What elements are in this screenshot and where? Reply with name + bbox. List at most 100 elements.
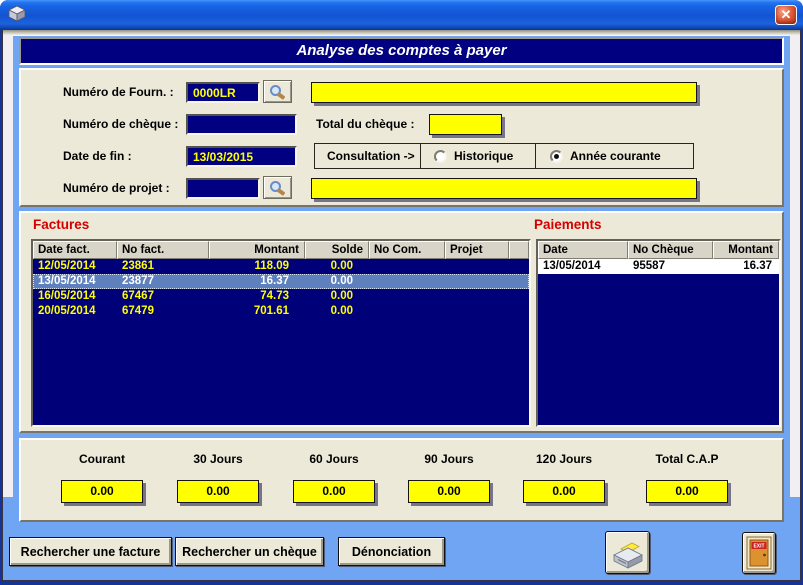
facture-row[interactable]: 12/05/2014 23861 118.09 0.00 [33, 259, 529, 274]
denonciation-button[interactable]: Dénonciation [338, 537, 445, 566]
exit-icon-text: EXIT [753, 544, 764, 550]
summary-90-jours: 90 Jours 0.00 [388, 440, 510, 520]
fourn-name-field [311, 82, 697, 103]
exit-button[interactable]: EXIT [742, 532, 776, 574]
column-header-stub [509, 241, 529, 259]
table-cell [445, 304, 509, 319]
paiements-header-row: Date No Chèque Montant [538, 241, 779, 259]
window-body: Analyse des comptes à payer Numéro de Fo… [2, 29, 801, 581]
printer-icon [610, 536, 646, 569]
column-header-projet[interactable]: Projet [445, 241, 509, 259]
titlebar: ✕ [0, 0, 803, 29]
table-cell: 0.00 [305, 304, 369, 319]
table-cell: 16.37 [209, 274, 305, 289]
page-title: Analyse des comptes à payer [19, 37, 784, 65]
radio-historique-label: Historique [454, 149, 513, 163]
consultation-label: Consultation -> [315, 149, 420, 163]
radio-historique[interactable]: Historique [421, 149, 535, 163]
summary-value-field: 0.00 [177, 480, 259, 503]
form-panel: Numéro de Fourn. : Numéro de chèque : To… [19, 68, 784, 207]
frame-top-edge [3, 30, 800, 36]
projet-name-field [311, 178, 697, 199]
table-cell: 74.73 [209, 289, 305, 304]
consultation-group: Consultation -> Historique Année courant… [314, 143, 694, 169]
radio-button-selected-icon[interactable] [550, 150, 563, 163]
column-header-no-com[interactable]: No Com. [369, 241, 445, 259]
column-header-no-cheque[interactable]: No Chèque [628, 241, 713, 259]
factures-table: Date fact. No fact. Montant Solde No Com… [31, 239, 531, 427]
table-cell: 23861 [117, 259, 209, 274]
table-cell [509, 274, 529, 289]
table-cell [445, 289, 509, 304]
factures-section-title: Factures [33, 217, 89, 232]
projet-lookup-button[interactable] [263, 176, 292, 199]
projet-label: Numéro de projet : [63, 181, 170, 195]
table-cell: 701.61 [209, 304, 305, 319]
summary-courant: Courant 0.00 [41, 440, 163, 520]
cheque-input[interactable] [186, 114, 297, 135]
summary-total-cap: Total C.A.P 0.00 [626, 440, 748, 520]
table-cell [509, 259, 529, 274]
projet-input[interactable] [186, 178, 260, 199]
summary-label: 120 Jours [503, 452, 625, 466]
table-cell: 13/05/2014 [538, 259, 628, 274]
table-cell: 95587 [628, 259, 713, 274]
paiement-row-selected[interactable]: 13/05/2014 95587 16.37 [538, 259, 779, 274]
summary-label: 30 Jours [157, 452, 279, 466]
table-cell: 67467 [117, 289, 209, 304]
table-cell: 67479 [117, 304, 209, 319]
table-cell: 0.00 [305, 274, 369, 289]
table-cell: 12/05/2014 [33, 259, 117, 274]
column-header-no-fact[interactable]: No fact. [117, 241, 209, 259]
column-header-montant[interactable]: Montant [209, 241, 305, 259]
paiements-table: Date No Chèque Montant 13/05/2014 95587 … [536, 239, 781, 427]
summary-value-field: 0.00 [408, 480, 490, 503]
search-invoice-button[interactable]: Rechercher une facture [9, 537, 172, 566]
window-icon [7, 5, 27, 23]
summary-120-jours: 120 Jours 0.00 [503, 440, 625, 520]
summary-label: 90 Jours [388, 452, 510, 466]
table-cell: 13/05/2014 [33, 274, 117, 289]
search-cheque-button[interactable]: Rechercher un chèque [175, 537, 324, 566]
summary-label: 60 Jours [273, 452, 395, 466]
facture-row[interactable]: 16/05/2014 67467 74.73 0.00 [33, 289, 529, 304]
date-fin-input[interactable] [186, 146, 297, 167]
radio-button-icon[interactable] [434, 150, 447, 163]
radio-annee-courante-label: Année courante [570, 149, 661, 163]
summary-60-jours: 60 Jours 0.00 [273, 440, 395, 520]
column-header-solde[interactable]: Solde [305, 241, 369, 259]
column-header-date-fact[interactable]: Date fact. [33, 241, 117, 259]
total-cheque-label: Total du chèque : [316, 117, 414, 131]
radio-annee-courante[interactable]: Année courante [536, 149, 661, 163]
frame-right-edge [790, 35, 800, 497]
table-cell [445, 274, 509, 289]
table-cell: 16/05/2014 [33, 289, 117, 304]
paiements-section-title: Paiements [534, 217, 602, 232]
column-header-montant[interactable]: Montant [713, 241, 779, 259]
close-button[interactable]: ✕ [775, 5, 797, 25]
facture-row-selected[interactable]: 13/05/2014 23877 16.37 0.00 [33, 274, 529, 289]
table-cell [369, 304, 445, 319]
summary-label: Total C.A.P [626, 452, 748, 466]
total-cheque-field [429, 114, 502, 135]
column-header-date[interactable]: Date [538, 241, 628, 259]
fourn-lookup-button[interactable] [263, 80, 292, 103]
facture-row[interactable]: 20/05/2014 67479 701.61 0.00 [33, 304, 529, 319]
summary-label: Courant [41, 452, 163, 466]
table-cell: 16.37 [713, 259, 779, 274]
table-cell: 23877 [117, 274, 209, 289]
tables-panel: Factures Paiements Date fact. No fact. M… [19, 211, 784, 433]
table-cell: 20/05/2014 [33, 304, 117, 319]
print-button[interactable] [605, 531, 650, 574]
table-cell [369, 289, 445, 304]
search-icon [270, 85, 281, 96]
summary-value-field: 0.00 [646, 480, 728, 503]
app-window: ✕ Analyse des comptes à payer Numéro de … [0, 0, 803, 585]
close-icon: ✕ [781, 7, 792, 22]
fourn-input[interactable] [186, 82, 260, 103]
factures-header-row: Date fact. No fact. Montant Solde No Com… [33, 241, 529, 259]
table-cell [509, 304, 529, 319]
table-cell [445, 259, 509, 274]
table-cell: 0.00 [305, 289, 369, 304]
aging-summary-panel: Courant 0.00 30 Jours 0.00 60 Jours 0.00… [19, 438, 784, 522]
